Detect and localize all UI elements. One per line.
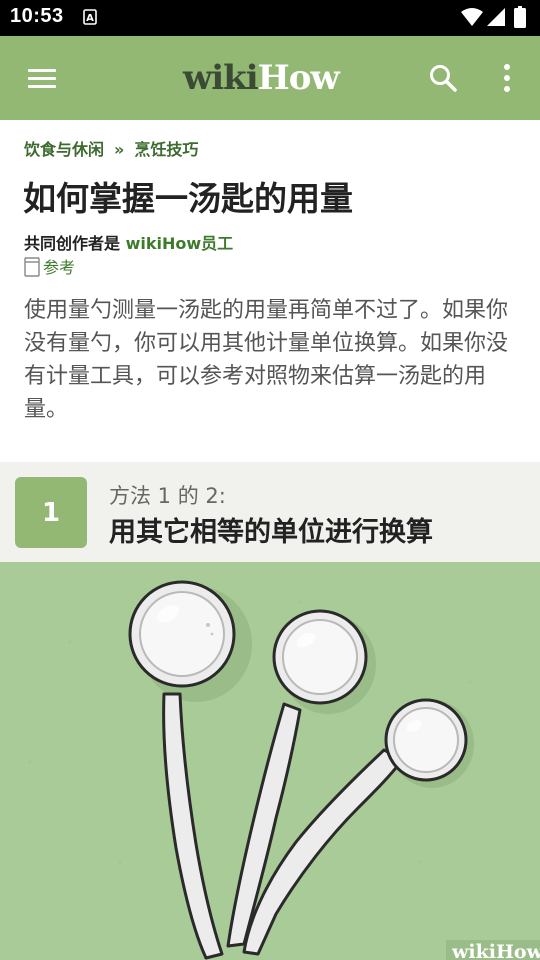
wifi-icon <box>461 8 483 26</box>
logo-how-text: How <box>257 58 340 98</box>
breadcrumb-item-cooking[interactable]: 烹饪技巧 <box>134 140 198 159</box>
references-link[interactable]: 参考 <box>24 254 75 278</box>
measuring-spoons-illustration[interactable]: wikiHow <box>0 562 540 960</box>
app-bar: wikiHow <box>0 36 540 120</box>
battery-icon <box>514 6 526 28</box>
method-header: 1 方法 1 的 2: 用其它相等的单位进行换算 <box>0 462 540 562</box>
status-time: 10:53 <box>10 5 64 27</box>
method-subtitle: 方法 1 的 2: <box>109 484 226 508</box>
intro-paragraph: 使用量勺测量一汤匙的用量再简单不过了。如果你没有量勺，你可以用其他计量单位换算。… <box>24 298 509 422</box>
status-bar: 10:53 A <box>0 0 540 36</box>
breadcrumb-item-food[interactable]: 饮食与休闲 <box>24 140 104 159</box>
document-icon <box>24 257 40 277</box>
breadcrumb: 饮食与休闲 » 烹饪技巧 <box>24 136 198 160</box>
search-icon[interactable] <box>428 63 458 93</box>
coauthor-label: 共同创作者是 <box>24 234 121 253</box>
more-vert-icon[interactable] <box>497 62 517 94</box>
page-title: 如何掌握一汤匙的用量 <box>23 179 353 218</box>
coauthor-line: 共同创作者是 wikiHow员工 <box>24 230 233 254</box>
menu-icon[interactable] <box>26 64 58 92</box>
coauthor-link[interactable]: wikiHow员工 <box>126 234 234 253</box>
logo-wiki-text: wiki <box>183 58 259 98</box>
breadcrumb-separator: » <box>114 140 125 159</box>
method-title: 用其它相等的单位进行换算 <box>109 517 433 548</box>
signal-icon <box>487 8 505 26</box>
wikihow-logo[interactable]: wikiHow <box>183 58 340 98</box>
references-label: 参考 <box>43 258 76 277</box>
svg-text:A: A <box>86 13 94 24</box>
illustration-watermark: wikiHow <box>451 941 540 960</box>
method-number-badge: 1 <box>15 477 87 548</box>
notification-a-icon: A <box>83 9 97 25</box>
